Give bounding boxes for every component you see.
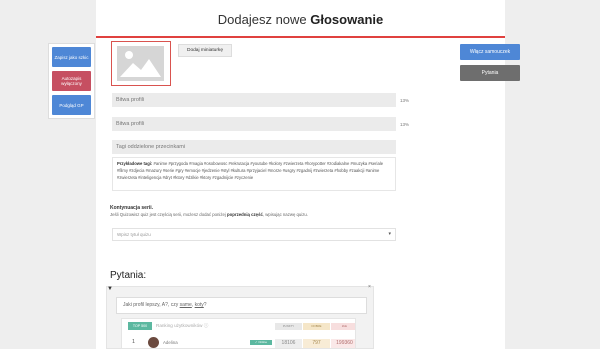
column-points: PUNKTY [275,323,302,330]
image-placeholder-icon [117,46,164,81]
title-field[interactable]: Bitwa profili [112,93,396,107]
good-value: 797 [303,339,330,348]
help-icon: ⓘ [203,323,209,328]
user-name: Adelina [163,340,178,345]
rank-number: 1 [132,339,136,345]
bad-value: 199360 [331,339,355,348]
side-panel: Zapisz jako szkic Autozapis wyłączony Po… [48,43,95,119]
series-select[interactable]: Wpisz tytuł quizu ▾ [112,228,396,241]
online-badge: ✓ Online [250,340,272,345]
subtitle-field[interactable]: Bitwa profili [112,117,396,131]
tags-field[interactable]: Tagi oddzielone przecinkami [112,140,396,154]
question-image: TOP 500 Ranking użytkowników ⓘ PUNKTY DO… [121,318,356,349]
series-description: Jeśli Quizowisz quiz jest częścią serii,… [110,212,308,217]
page-title: Dodajesz nowe Głosowanie [217,12,384,27]
series-title: Kontynuacja serii. [110,205,154,211]
save-draft-button[interactable]: Zapisz jako szkic [52,47,91,67]
points-value: 18106 [275,339,302,348]
avatar [148,337,159,348]
column-good: DOBRE [303,323,330,330]
ranking-title: Ranking użytkowników ⓘ [156,323,209,328]
thumbnail-placeholder[interactable] [111,41,171,86]
title-counter: 13% [400,98,410,103]
column-bad: ZŁE [331,323,355,330]
enable-tutorial-button[interactable]: Włącz samouczek [460,44,520,60]
subtitle-counter: 13% [400,122,410,127]
questions-button[interactable]: Pytania [460,65,520,81]
chevron-down-icon: ▾ [388,231,391,237]
preview-button[interactable]: Podgląd GP [52,95,91,115]
tags-examples: Przykładowe tagi: #anime #przygoda #magi… [112,157,396,191]
close-icon[interactable]: × [368,284,371,290]
question-input[interactable]: Jaki profil lepszy, A?, czy same, koty? [116,297,367,314]
questions-title: Pytania: [110,270,147,281]
autosave-button[interactable]: Autozapis wyłączony [52,71,91,91]
triangle-down-icon[interactable]: ▼ [107,286,113,292]
ranking-tab: TOP 500 [128,322,152,330]
add-thumbnail-button[interactable]: Dodaj miniaturkę [178,44,232,57]
header: Dodajesz nowe Głosowanie [96,0,505,38]
